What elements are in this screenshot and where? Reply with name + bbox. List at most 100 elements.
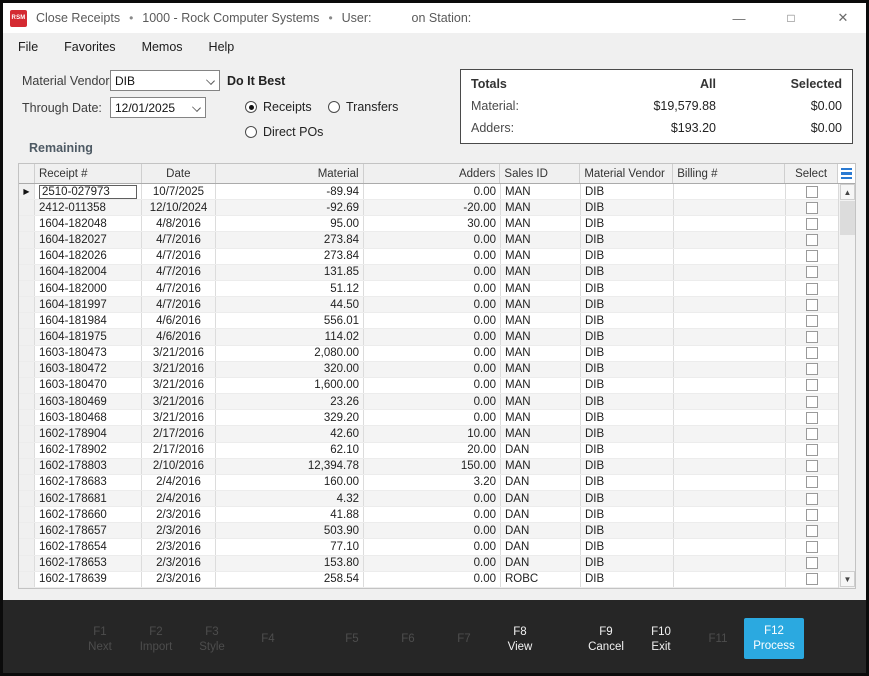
radio-receipts[interactable]: Receipts	[245, 100, 312, 114]
table-row[interactable]: 1602-1786572/3/2016503.900.00DANDIB	[19, 523, 855, 539]
table-row[interactable]: 1602-1786602/3/201641.880.00DANDIB	[19, 507, 855, 523]
table-row[interactable]: 1602-1786812/4/20164.320.00DANDIB	[19, 491, 855, 507]
table-row[interactable]: 2412-01135812/10/2024-92.69-20.00MANDIB	[19, 200, 855, 216]
select-checkbox[interactable]	[806, 557, 818, 569]
column-header-receipt[interactable]: Receipt #	[35, 164, 142, 183]
select-checkbox[interactable]	[806, 460, 818, 472]
billing-cell	[674, 475, 786, 490]
select-checkbox[interactable]	[806, 396, 818, 408]
column-header-billing[interactable]: Billing #	[673, 164, 785, 183]
table-row[interactable]: 1603-1804683/21/2016329.200.00MANDIB	[19, 410, 855, 426]
vertical-scrollbar[interactable]: ▲ ▼	[838, 184, 855, 588]
menu-file[interactable]: File	[18, 40, 38, 54]
material-vendor-cell: DIB	[581, 265, 674, 280]
table-row[interactable]: 1602-1786392/3/2016258.540.00ROBCDIB	[19, 572, 855, 588]
table-row[interactable]: 1604-1819974/7/201644.500.00MANDIB	[19, 297, 855, 313]
select-checkbox[interactable]	[806, 428, 818, 440]
table-row[interactable]: 1602-1786532/3/2016153.800.00DANDIB	[19, 556, 855, 572]
material-cell: 258.54	[216, 572, 364, 587]
receipt-edit-field[interactable]: 2510-027973	[39, 185, 137, 199]
fkey-f10-exit[interactable]: F10Exit	[631, 600, 691, 673]
material-vendor-dropdown[interactable]: DIB	[110, 70, 220, 91]
fkey-number: F9	[599, 625, 612, 640]
table-row[interactable]: 1602-1789022/17/201662.1020.00DANDIB	[19, 443, 855, 459]
material-vendor-cell: DIB	[581, 329, 674, 344]
select-checkbox[interactable]	[806, 234, 818, 246]
select-checkbox[interactable]	[806, 509, 818, 521]
select-checkbox[interactable]	[806, 347, 818, 359]
through-date-dropdown[interactable]: 12/01/2025	[110, 97, 206, 118]
column-header-select[interactable]: Select	[785, 164, 838, 183]
hamburger-icon	[841, 168, 852, 179]
select-checkbox[interactable]	[806, 218, 818, 230]
column-header-sales-id[interactable]: Sales ID	[500, 164, 580, 183]
column-header-material[interactable]: Material	[216, 164, 364, 183]
close-icon[interactable]: ✕	[834, 10, 852, 26]
scroll-up-icon[interactable]: ▲	[840, 184, 855, 200]
menu-favorites[interactable]: Favorites	[64, 40, 115, 54]
billing-cell	[674, 507, 786, 522]
select-cell	[786, 265, 839, 280]
grid-options-icon[interactable]	[838, 164, 855, 183]
select-checkbox[interactable]	[806, 476, 818, 488]
table-row[interactable]: 1604-1820044/7/2016131.850.00MANDIB	[19, 265, 855, 281]
menu-help[interactable]: Help	[209, 40, 235, 54]
select-checkbox[interactable]	[806, 331, 818, 343]
table-row[interactable]: 1603-1804733/21/20162,080.000.00MANDIB	[19, 346, 855, 362]
select-cell	[786, 378, 839, 393]
table-row[interactable]: 1604-1820484/8/201695.0030.00MANDIB	[19, 216, 855, 232]
select-checkbox[interactable]	[806, 283, 818, 295]
select-checkbox[interactable]	[806, 412, 818, 424]
adders-cell: 0.00	[364, 410, 501, 425]
material-cell: 273.84	[216, 232, 364, 247]
select-checkbox[interactable]	[806, 266, 818, 278]
select-checkbox[interactable]	[806, 186, 818, 198]
radio-direct-pos[interactable]: Direct POs	[245, 125, 323, 139]
material-cell: 4.32	[216, 491, 364, 506]
select-checkbox[interactable]	[806, 315, 818, 327]
table-row[interactable]: 1604-1820004/7/201651.120.00MANDIB	[19, 281, 855, 297]
select-checkbox[interactable]	[806, 379, 818, 391]
table-row[interactable]: 1603-1804723/21/2016320.000.00MANDIB	[19, 362, 855, 378]
minimize-icon[interactable]: —	[730, 11, 748, 26]
row-selector-cell	[19, 232, 35, 247]
column-header-adders[interactable]: Adders	[364, 164, 501, 183]
select-checkbox[interactable]	[806, 250, 818, 262]
scrollbar-thumb[interactable]	[840, 201, 855, 235]
table-row[interactable]: 1602-1788032/10/201612,394.78150.00MANDI…	[19, 459, 855, 475]
table-row[interactable]: 1603-1804693/21/201623.260.00MANDIB	[19, 394, 855, 410]
column-header-date[interactable]: Date	[142, 164, 216, 183]
table-row[interactable]: 1602-1786832/4/2016160.003.20DANDIB	[19, 475, 855, 491]
radio-transfers[interactable]: Transfers	[328, 100, 398, 114]
scroll-down-icon[interactable]: ▼	[840, 571, 855, 587]
select-checkbox[interactable]	[806, 573, 818, 585]
column-header-material-vendor[interactable]: Material Vendor	[580, 164, 673, 183]
totals-row-adders: Adders:$193.20$0.00	[471, 121, 842, 135]
fkey-f8-view[interactable]: F8View	[490, 600, 550, 673]
sales-id-cell: MAN	[501, 394, 581, 409]
row-selector-cell	[19, 297, 35, 312]
date-cell: 2/3/2016	[142, 572, 216, 587]
maximize-icon[interactable]: □	[782, 11, 800, 25]
fkey-f9-cancel[interactable]: F9Cancel	[576, 600, 636, 673]
table-row[interactable]: 1604-1819754/6/2016114.020.00MANDIB	[19, 329, 855, 345]
select-cell	[786, 556, 839, 571]
table-row[interactable]: 1602-1786542/3/201677.100.00DANDIB	[19, 539, 855, 555]
table-row[interactable]: 1602-1789042/17/201642.6010.00MANDIB	[19, 426, 855, 442]
table-row[interactable]: 1604-1820274/7/2016273.840.00MANDIB	[19, 232, 855, 248]
select-checkbox[interactable]	[806, 444, 818, 456]
select-checkbox[interactable]	[806, 541, 818, 553]
select-checkbox[interactable]	[806, 299, 818, 311]
fkey-f12-process[interactable]: F12Process	[744, 618, 804, 659]
menu-memos[interactable]: Memos	[142, 40, 183, 54]
select-checkbox[interactable]	[806, 493, 818, 505]
table-row[interactable]: 1604-1819844/6/2016556.010.00MANDIB	[19, 313, 855, 329]
table-row[interactable]: 1603-1804703/21/20161,600.000.00MANDIB	[19, 378, 855, 394]
billing-cell	[674, 297, 786, 312]
select-checkbox[interactable]	[806, 525, 818, 537]
table-row[interactable]: 1604-1820264/7/2016273.840.00MANDIB	[19, 249, 855, 265]
totals-selected-value: $0.00	[716, 121, 842, 135]
select-checkbox[interactable]	[806, 363, 818, 375]
table-row[interactable]: ▶2510-02797310/7/2025-89.940.00MANDIB	[19, 184, 855, 200]
select-checkbox[interactable]	[806, 202, 818, 214]
